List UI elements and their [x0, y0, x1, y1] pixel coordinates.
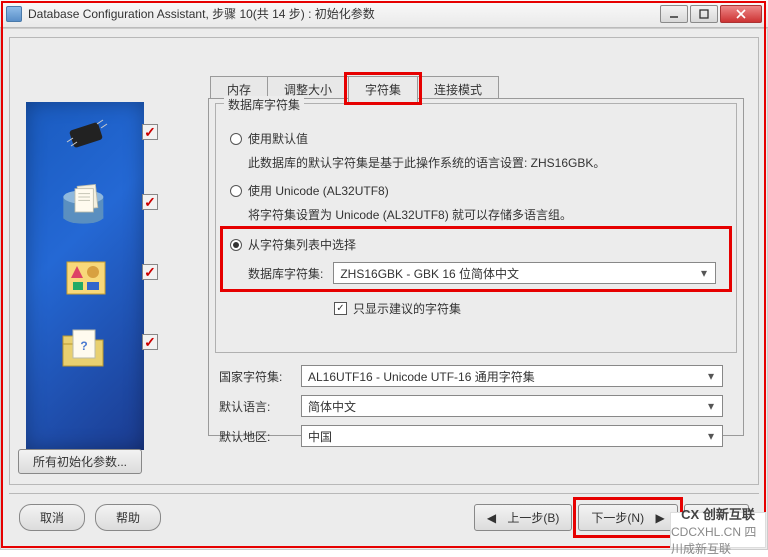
tab-charset[interactable]: 字符集	[348, 76, 418, 102]
watermark: CX 创新互联 CDCXHL.CN 四川成新互联	[670, 512, 766, 548]
watermark-logo: CX 创新互联	[681, 504, 755, 523]
tab-charset-label: 字符集	[365, 83, 401, 97]
watermark-sub: CDCXHL.CN 四川成新互联	[671, 523, 765, 557]
